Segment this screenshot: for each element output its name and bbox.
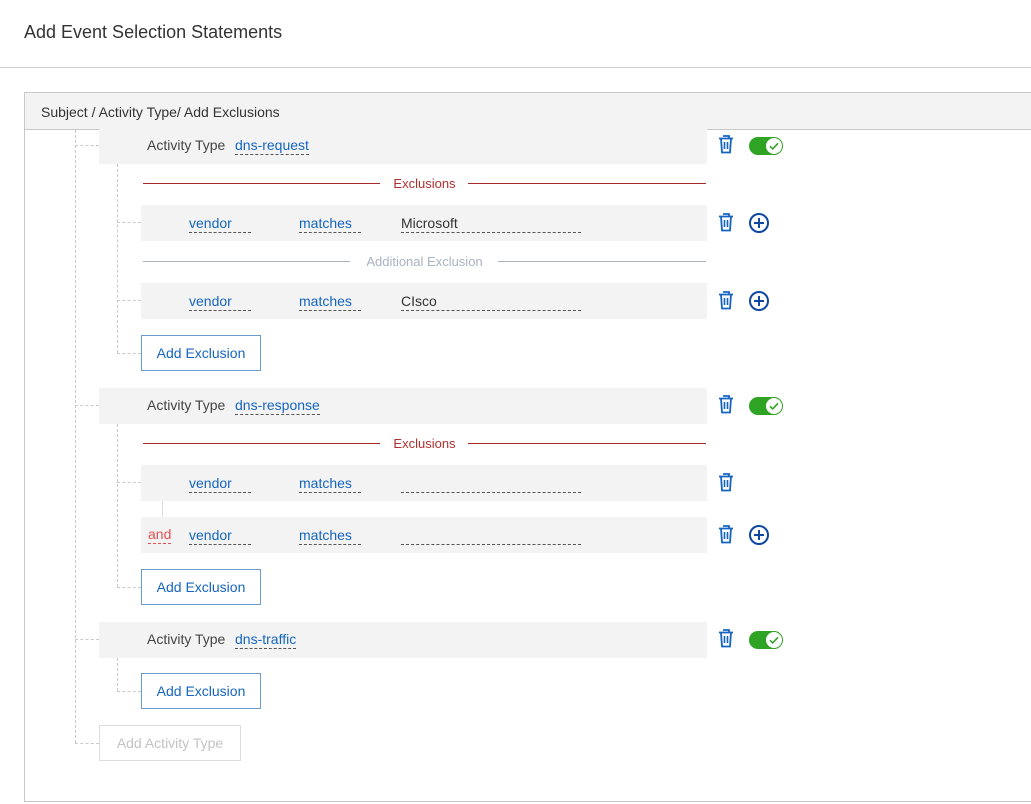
- exclusion-row: vendor matches: [141, 465, 707, 501]
- add-exclusion-button[interactable]: Add Exclusion: [141, 569, 261, 605]
- activity-enabled-toggle[interactable]: [749, 397, 783, 415]
- activity-type-label: Activity Type: [147, 397, 226, 413]
- exclusions-heading: Exclusions: [383, 176, 466, 191]
- tree-connector: [117, 587, 141, 588]
- exclusion-value-input[interactable]: [401, 214, 581, 233]
- activity-row-dns-request: Activity Type dns-request: [99, 128, 707, 164]
- activity-row-dns-traffic: Activity Type dns-traffic: [99, 622, 707, 658]
- exclusion-row: vendor matches: [141, 205, 707, 241]
- tree-connector: [117, 222, 141, 223]
- tree-connector: [117, 658, 118, 691]
- attribute-select[interactable]: vendor: [189, 475, 251, 493]
- and-connector: [162, 501, 163, 517]
- tree-connector: [117, 300, 141, 301]
- page-title: Add Event Selection Statements: [24, 22, 283, 42]
- tree-connector: [75, 639, 99, 640]
- operator-select[interactable]: matches: [299, 293, 361, 311]
- delete-exclusion-button[interactable]: [716, 212, 736, 234]
- trash-icon: [719, 629, 733, 648]
- attribute-select[interactable]: vendor: [189, 215, 251, 233]
- tree-connector: [75, 743, 99, 744]
- operator-select[interactable]: matches: [299, 215, 361, 233]
- tree-connector: [117, 424, 118, 587]
- trash-icon: [719, 473, 733, 492]
- add-condition-button[interactable]: [748, 212, 770, 234]
- activity-enabled-toggle[interactable]: [749, 137, 783, 155]
- activity-type-select[interactable]: dns-traffic: [235, 631, 297, 649]
- attribute-select[interactable]: vendor: [189, 293, 251, 311]
- trash-icon: [719, 395, 733, 414]
- delete-exclusion-button[interactable]: [716, 472, 736, 494]
- plus-circle-icon: [749, 291, 769, 311]
- delete-activity-button[interactable]: [716, 394, 736, 416]
- additional-exclusion-divider: Additional Exclusion: [143, 254, 706, 270]
- exclusion-row: vendor matches: [141, 283, 707, 319]
- tree-connector: [117, 482, 141, 483]
- check-toggle-icon: [766, 138, 782, 154]
- delete-activity-button[interactable]: [716, 134, 736, 156]
- tree-connector: [75, 145, 99, 146]
- add-condition-button[interactable]: [748, 290, 770, 312]
- delete-activity-button[interactable]: [716, 628, 736, 650]
- panel-header: Subject / Activity Type/ Add Exclusions: [25, 93, 1031, 130]
- attribute-select[interactable]: vendor: [189, 527, 251, 545]
- tree-connector: [117, 164, 118, 353]
- activity-type-label: Activity Type: [147, 137, 226, 153]
- check-toggle-icon: [766, 398, 782, 414]
- activity-type-select[interactable]: dns-response: [235, 397, 320, 415]
- breadcrumb: Subject / Activity Type/ Add Exclusions: [41, 104, 280, 120]
- exclusions-divider: Exclusions: [143, 436, 706, 452]
- add-exclusion-button[interactable]: Add Exclusion: [141, 673, 261, 709]
- delete-exclusion-button[interactable]: [716, 524, 736, 546]
- activity-type-select[interactable]: dns-request: [235, 137, 309, 155]
- tree-connector: [75, 130, 76, 743]
- exclusion-value-input[interactable]: [401, 292, 581, 311]
- exclusion-row: and vendor matches: [141, 517, 707, 553]
- operator-select[interactable]: matches: [299, 475, 361, 493]
- plus-circle-icon: [749, 213, 769, 233]
- trash-icon: [719, 213, 733, 232]
- exclusions-heading: Exclusions: [383, 436, 466, 451]
- exclusion-value-input[interactable]: [401, 526, 581, 545]
- exclusions-divider: Exclusions: [143, 176, 706, 192]
- activity-enabled-toggle[interactable]: [749, 631, 783, 649]
- operator-select[interactable]: matches: [299, 527, 361, 545]
- plus-circle-icon: [749, 525, 769, 545]
- conjunction-select[interactable]: and: [148, 526, 172, 544]
- trash-icon: [719, 135, 733, 154]
- activity-type-label: Activity Type: [147, 631, 226, 647]
- add-activity-type-button: Add Activity Type: [99, 725, 241, 761]
- tree-connector: [117, 691, 141, 692]
- add-exclusion-button[interactable]: Add Exclusion: [141, 335, 261, 371]
- tree-connector: [117, 353, 141, 354]
- trash-icon: [719, 291, 733, 310]
- check-toggle-icon: [766, 632, 782, 648]
- activity-row-dns-response: Activity Type dns-response: [99, 388, 707, 424]
- add-condition-button[interactable]: [748, 524, 770, 546]
- delete-exclusion-button[interactable]: [716, 290, 736, 312]
- tree-connector: [75, 405, 99, 406]
- additional-exclusion-heading: Additional Exclusion: [356, 254, 493, 269]
- trash-icon: [719, 525, 733, 544]
- page-header: Add Event Selection Statements: [0, 0, 1031, 68]
- exclusion-value-input[interactable]: [401, 474, 581, 493]
